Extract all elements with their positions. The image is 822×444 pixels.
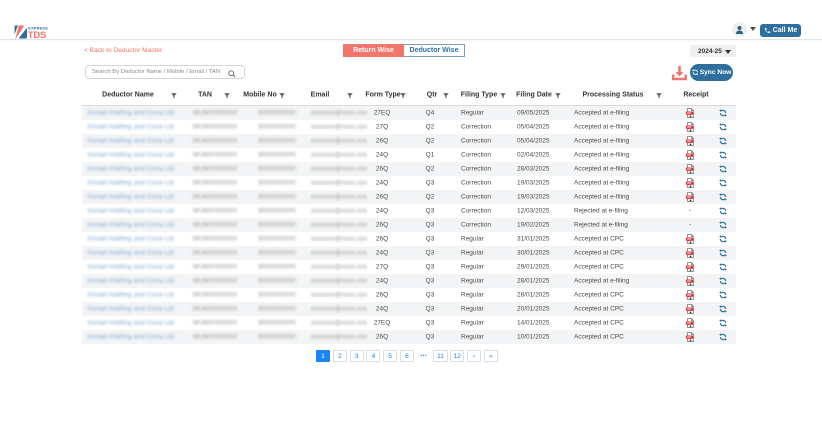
svg-text:PDF: PDF bbox=[687, 183, 692, 185]
svg-text:PDF: PDF bbox=[687, 127, 692, 129]
svg-text:PDF: PDF bbox=[687, 323, 692, 325]
svg-text:PDF: PDF bbox=[687, 253, 692, 255]
svg-text:PDF: PDF bbox=[687, 197, 692, 199]
svg-text:PDF: PDF bbox=[687, 337, 692, 339]
svg-text:TDS: TDS bbox=[28, 30, 46, 41]
svg-text:PDF: PDF bbox=[687, 113, 692, 115]
svg-text:PDF: PDF bbox=[687, 281, 692, 283]
svg-text:PDF: PDF bbox=[687, 295, 692, 297]
svg-text:PDF: PDF bbox=[687, 267, 692, 269]
svg-text:PDF: PDF bbox=[687, 169, 692, 171]
svg-text:PDF: PDF bbox=[687, 141, 692, 143]
svg-text:PDF: PDF bbox=[687, 155, 692, 157]
svg-text:PDF: PDF bbox=[687, 309, 692, 311]
svg-text:PDF: PDF bbox=[687, 239, 692, 241]
